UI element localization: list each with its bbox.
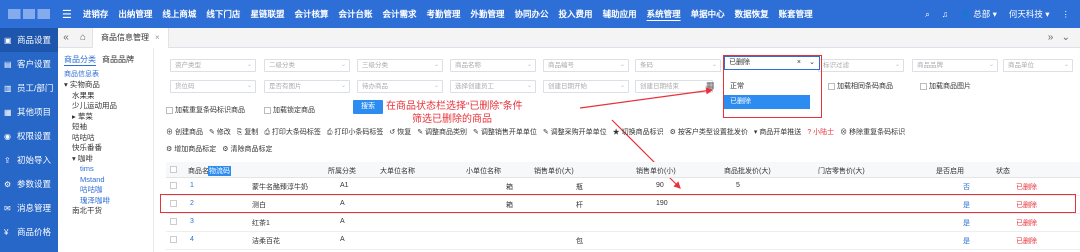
toolbar-label: 商品开单推送 [759,129,802,136]
column-header[interactable]: 小单位名称 [466,166,501,176]
toolbar-button[interactable]: ⊕ 创建商品 [166,127,203,139]
column-header-label: 状态 [996,168,1010,175]
column-header-label: 销售单价(小) [636,168,676,175]
row-index: 4 [190,236,194,243]
action-toolbar-2: ⚙ 增加商品标定 ⚙ 清除商品标定 [166,144,272,156]
toolbar-label: 清除商品标定 [230,146,273,153]
app-window: { "topnav":{"items":["进销存","出纳管理","线上商城"… [0,0,1080,252]
toolbar-icon: ⊗ [840,129,850,136]
column-header[interactable]: 状态 [996,166,1010,176]
toolbar-button[interactable]: ✎ 调整采购开单单位 [543,127,607,139]
column-header[interactable]: 是否启用 [936,166,964,176]
toolbar-button[interactable]: ✎ 调整商品类别 [417,127,467,139]
toolbar-label: 小陆士 [813,129,835,136]
column-header[interactable]: 销售单价(大) [534,166,574,176]
toolbar-label: 按客户类型设置批发价 [677,129,748,136]
annotation-frame-row [160,194,1076,213]
toolbar-icon: ⊕ [166,129,175,136]
toolbar-label: 移除重复条码标识 [849,129,906,136]
toolbar-button[interactable]: ⎙ 打印大条码标签 [264,127,321,139]
product-code: A1 [340,182,349,189]
column-header-label: 门店零售价(大) [818,168,865,175]
column-header[interactable]: 门店零售价(大) [818,166,865,176]
status: 已删除 [1016,184,1037,191]
toolbar-button[interactable]: ⚙ 增加商品标定 [166,144,216,156]
toolbar-button[interactable]: ⎙ 打印小条码标签 [327,127,384,139]
product-code: A [340,236,345,243]
arrow-to-dropdown [579,87,714,109]
toolbar-button[interactable]: ↺ 恢复 [389,127,411,139]
select-all-checkbox[interactable] [170,166,177,173]
toolbar-button[interactable]: ★ 切换商品标识 [613,127,664,139]
toolbar-icon: ★ [612,129,622,136]
product-name: 红茶1 [252,220,270,227]
status: 已删除 [1016,220,1037,227]
toolbar-label: 切换商品标识 [621,129,664,136]
enabled-flag: 是 [963,220,970,227]
toolbar-icon: ⎙ [264,129,272,136]
enabled-flag: 是 [963,238,970,245]
toolbar-button[interactable]: ▾ 商品开单推送 [754,127,801,139]
toolbar-label: 恢复 [397,129,412,136]
toolbar-label: 修改 [216,129,231,136]
toolbar-icon: ⚙ [166,146,175,153]
toolbar-icon: ✎ [208,129,217,136]
table-row[interactable]: 4 洁柔百花 A 包 是 已删除 [166,232,1080,250]
price-big: 90 [656,182,664,189]
column-header-label: 小单位名称 [466,168,501,175]
small-unit: 瓶 [576,184,583,191]
table-header: 商品名称 物流码 所属分类 大单位名称 小单位名称 销售单价(大) 销售单价(小) 商品批发价… [166,162,1080,178]
action-toolbar: ⊕ 创建商品 ✎ 修改 ⎘ 复制 ⎙ 打印大条码标签 ⎙ 打印小条码标签 ↺ 恢复 ✎ 调整… [166,127,905,139]
product-name: 蒙牛名酪臻淳牛奶 [252,184,308,191]
column-header-label: 大单位名称 [380,168,415,175]
column-header-label: 所属分类 [328,168,356,175]
column-header[interactable]: 物流码 [208,166,231,176]
column-header[interactable]: 大单位名称 [380,166,415,176]
row-checkbox[interactable] [170,236,177,243]
toolbar-label: 调整采购开单单位 [550,129,607,136]
big-unit: 箱 [506,184,513,191]
toolbar-label: 创建商品 [174,129,203,136]
toolbar-label: 调整销售开单单位 [480,129,537,136]
table-row[interactable]: 3 红茶1 A 是 已删除 [166,214,1080,232]
row-checkbox[interactable] [170,218,177,225]
toolbar-icon: ✎ [473,129,481,136]
column-header-label: 是否启用 [936,168,964,175]
small-unit: 包 [576,238,583,245]
row-checkbox[interactable] [170,182,177,189]
column-header-label: 销售单价(大) [534,168,574,175]
toolbar-button[interactable]: ? 小陆士 [807,127,834,139]
toolbar-label: 打印小条码标签 [334,129,384,136]
toolbar-label: 打印大条码标签 [271,129,321,136]
column-header[interactable]: 商品批发价(大) [724,166,771,176]
toolbar-label: 复制 [244,129,259,136]
product-name: 洁柔百花 [252,238,280,245]
column-header[interactable]: 销售单价(小) [636,166,676,176]
toolbar-label: 调整商品类别 [425,129,468,136]
toolbar-button[interactable]: ⚙ 清除商品标定 [222,144,272,156]
toolbar-icon: ✎ [417,129,426,136]
row-index: 1 [190,182,194,189]
product-code: A [340,218,345,225]
toolbar-button[interactable]: ⊗ 移除重复条码标识 [840,127,905,139]
price-small: 5 [736,182,740,189]
toolbar-button[interactable]: ✎ 调整销售开单单位 [473,127,537,139]
toolbar-icon: ⚙ [669,129,678,136]
status: 已删除 [1016,238,1037,245]
row-index: 3 [190,218,194,225]
column-header-label: 物流码 [208,166,231,176]
toolbar-icon: ✎ [542,129,551,136]
toolbar-button[interactable]: ✎ 修改 [209,127,231,139]
toolbar-button[interactable]: ⚙ 按客户类型设置批发价 [670,127,748,139]
column-header[interactable]: 所属分类 [328,166,356,176]
enabled-flag: 否 [963,184,970,191]
column-header-label: 商品批发价(大) [724,168,771,175]
toolbar-label: 增加商品标定 [174,146,217,153]
toolbar-button[interactable]: ⎘ 复制 [237,127,259,139]
